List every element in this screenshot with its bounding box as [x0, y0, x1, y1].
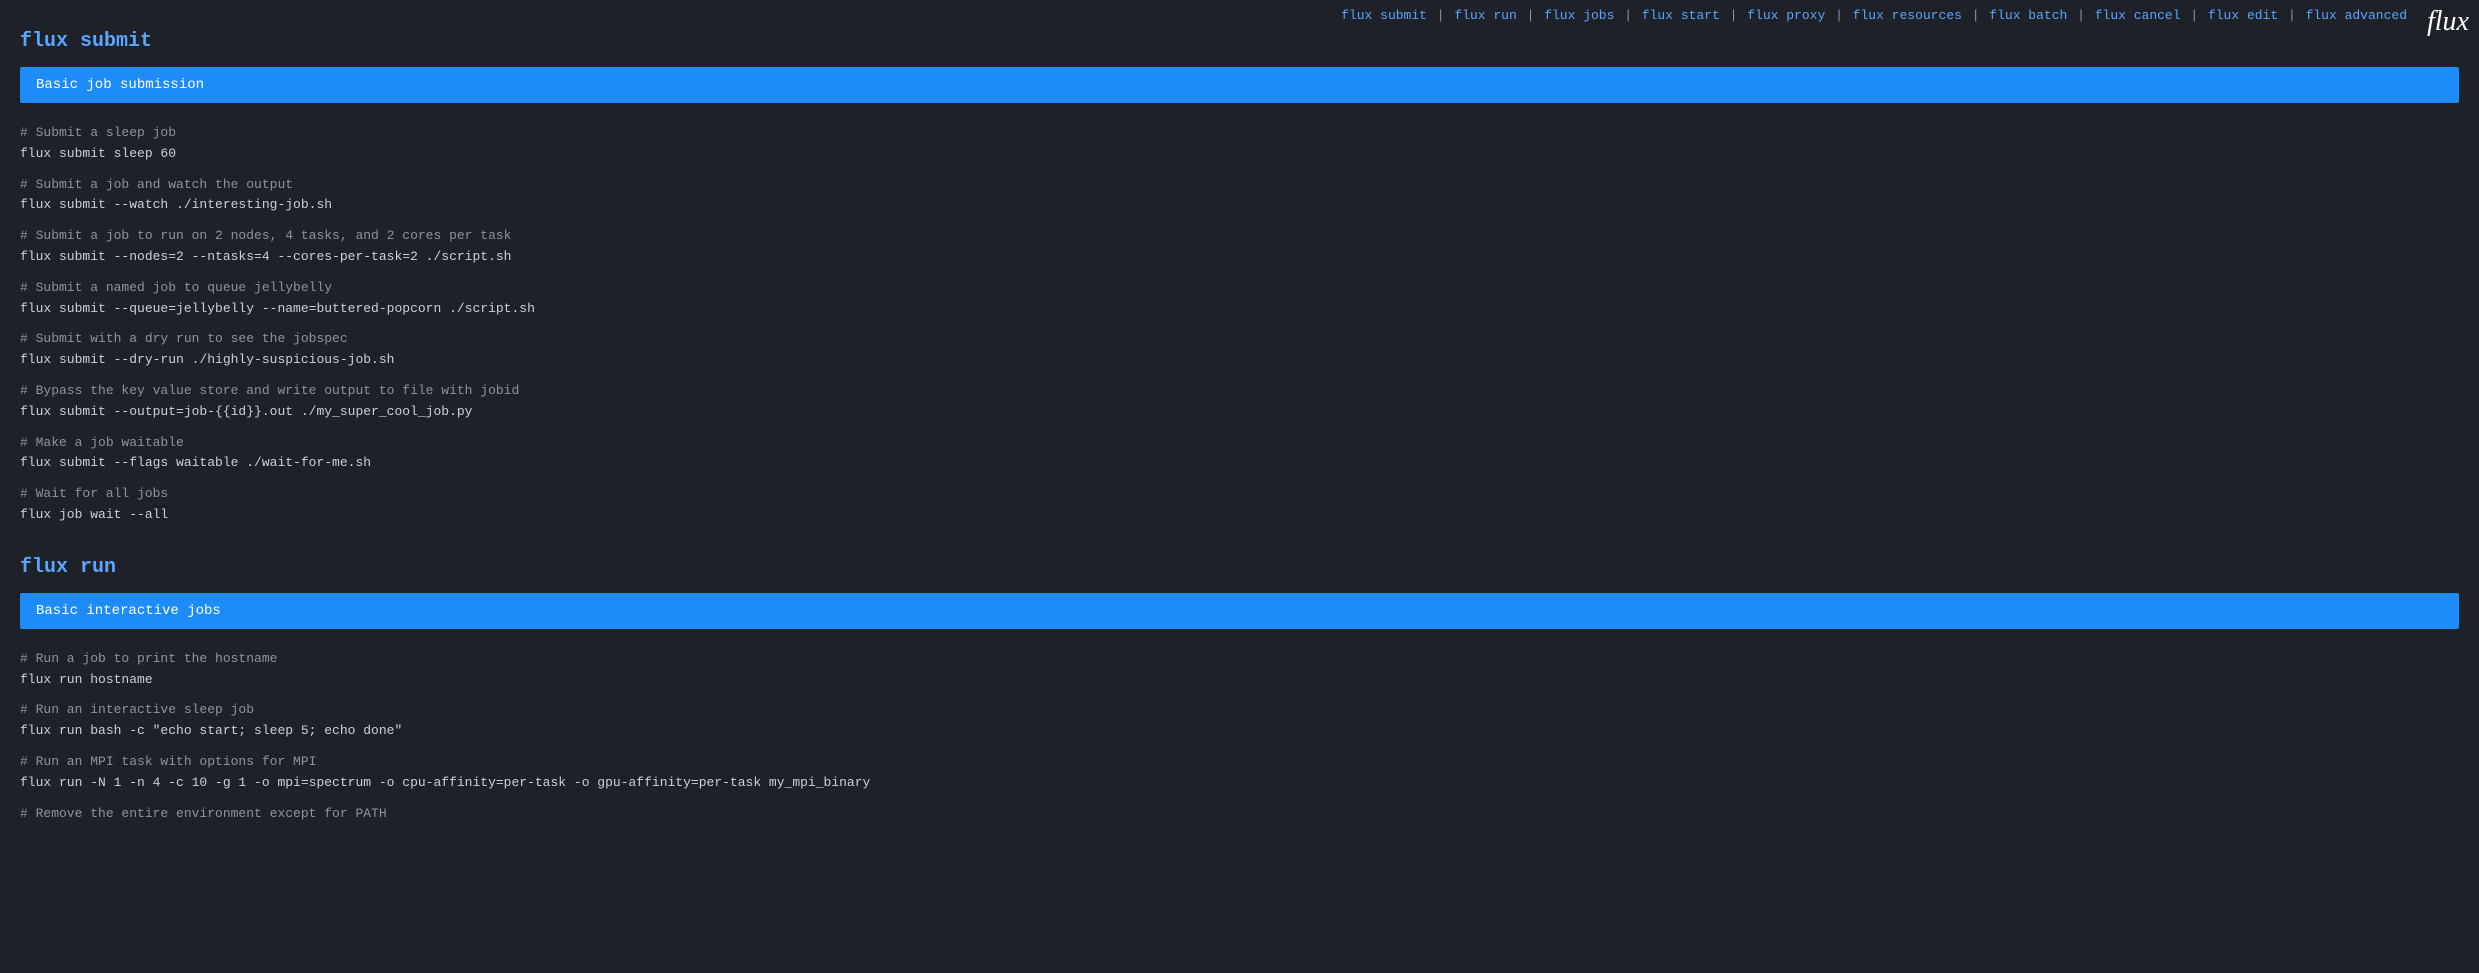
top-navigation: flux submit | flux run | flux jobs | flu… [1331, 0, 2479, 31]
main-content: flux submit Basic job submission # Submit … [0, 0, 2479, 868]
nav-separator: | [2280, 8, 2303, 23]
code-comment: # Submit a job and watch the output [20, 175, 2459, 196]
nav-flux-submit[interactable]: flux submit [1341, 8, 1427, 23]
nav-flux-jobs[interactable]: flux jobs [1544, 8, 1614, 23]
code-command: flux run -N 1 -n 4 -c 10 -g 1 -o mpi=spe… [20, 773, 2459, 794]
code-block: # Wait for all jobsflux job wait --all [20, 484, 2459, 526]
code-comment: # Run an MPI task with options for MPI [20, 752, 2459, 773]
nav-separator: | [1616, 8, 1639, 23]
code-command: flux run hostname [20, 670, 2459, 691]
code-block: # Run an interactive sleep jobflux run b… [20, 700, 2459, 742]
code-block: # Submit a sleep jobflux submit sleep 60 [20, 123, 2459, 165]
code-block: # Bypass the key value store and write o… [20, 381, 2459, 423]
code-command: flux submit --nodes=2 --ntasks=4 --cores… [20, 247, 2459, 268]
code-comment: # Bypass the key value store and write o… [20, 381, 2459, 402]
nav-separator: | [1519, 8, 1542, 23]
code-comment: # Submit a named job to queue jellybelly [20, 278, 2459, 299]
nav-separator: | [1964, 8, 1987, 23]
code-block: # Make a job waitableflux submit --flags… [20, 433, 2459, 475]
nav-flux-start[interactable]: flux start [1642, 8, 1720, 23]
code-block: # Run an MPI task with options for MPIfl… [20, 752, 2459, 794]
code-comment: # Submit with a dry run to see the jobsp… [20, 329, 2459, 350]
section-bar-section-flux-submit: Basic job submission [20, 67, 2459, 103]
nav-flux-batch[interactable]: flux batch [1989, 8, 2067, 23]
code-block: # Submit with a dry run to see the jobsp… [20, 329, 2459, 371]
code-command: flux submit sleep 60 [20, 144, 2459, 165]
code-comment: # Run an interactive sleep job [20, 700, 2459, 721]
nav-flux-cancel[interactable]: flux cancel [2095, 8, 2181, 23]
code-block: # Submit a job to run on 2 nodes, 4 task… [20, 226, 2459, 268]
code-command: flux submit --output=job-{{id}}.out ./my… [20, 402, 2459, 423]
code-command: flux submit --watch ./interesting-job.sh [20, 195, 2459, 216]
section-title-section-flux-run: flux run [20, 556, 2459, 579]
code-comment: # Submit a sleep job [20, 123, 2459, 144]
nav-separator: | [2183, 8, 2206, 23]
code-comment: # Submit a job to run on 2 nodes, 4 task… [20, 226, 2459, 247]
nav-flux-edit[interactable]: flux edit [2208, 8, 2278, 23]
nav-separator: | [1827, 8, 1850, 23]
code-block: # Submit a job and watch the outputflux … [20, 175, 2459, 217]
code-block: # Run a job to print the hostnameflux ru… [20, 649, 2459, 691]
section-bar-section-flux-run: Basic interactive jobs [20, 593, 2459, 629]
nav-separator: | [1722, 8, 1745, 23]
code-comment: # Wait for all jobs [20, 484, 2459, 505]
code-block: # Submit a named job to queue jellybelly… [20, 278, 2459, 320]
section-title-section-flux-submit: flux submit [20, 30, 2459, 53]
code-comment: # Run a job to print the hostname [20, 649, 2459, 670]
code-command: flux job wait --all [20, 505, 2459, 526]
code-comment: # Make a job waitable [20, 433, 2459, 454]
nav-flux-proxy[interactable]: flux proxy [1747, 8, 1825, 23]
nav-separator: | [1429, 8, 1452, 23]
code-command: flux submit --queue=jellybelly --name=bu… [20, 299, 2459, 320]
nav-flux-advanced[interactable]: flux advanced [2306, 8, 2407, 23]
nav-separator: | [2069, 8, 2092, 23]
nav-flux-run[interactable]: flux run [1454, 8, 1516, 23]
nav-flux-resources[interactable]: flux resources [1853, 8, 1962, 23]
code-command: flux run bash -c "echo start; sleep 5; e… [20, 721, 2459, 742]
code-command: flux submit --dry-run ./highly-suspiciou… [20, 350, 2459, 371]
flux-logo: flux [2427, 6, 2469, 38]
code-block: # Remove the entire environment except f… [20, 804, 2459, 825]
code-comment: # Remove the entire environment except f… [20, 804, 2459, 825]
code-command: flux submit --flags waitable ./wait-for-… [20, 453, 2459, 474]
